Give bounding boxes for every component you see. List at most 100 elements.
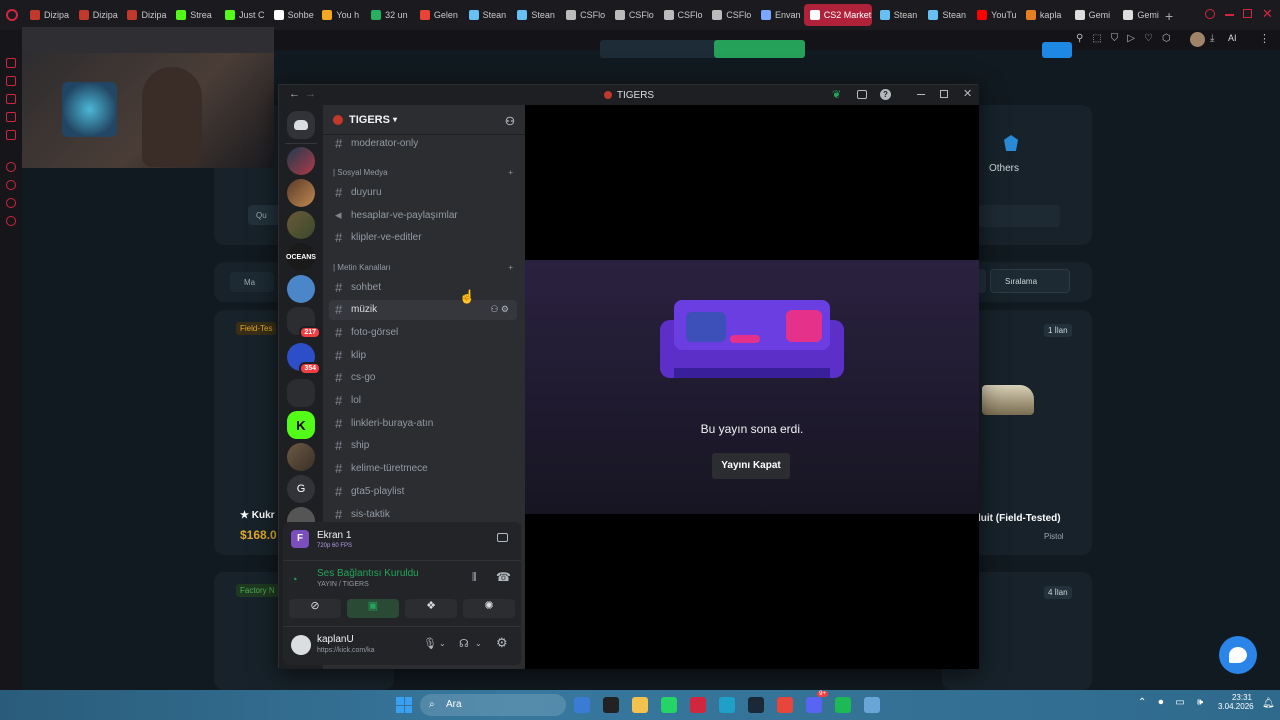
noise-suppression-icon[interactable]: ⫼ <box>472 572 477 583</box>
minimize-icon[interactable] <box>917 94 925 95</box>
gear-icon[interactable]: ⚙ <box>496 635 508 651</box>
browser-tab[interactable]: Gelen <box>414 4 461 26</box>
discord-icon[interactable]: 9+ <box>806 691 828 713</box>
browser-tab[interactable]: Sohbe <box>268 4 315 26</box>
profile-avatar[interactable] <box>1190 32 1205 47</box>
chevron-down-icon[interactable]: ⌄ <box>475 639 482 648</box>
server-icon-3[interactable] <box>287 211 315 239</box>
chrome-icon[interactable] <box>777 697 793 713</box>
server-icon-kick[interactable]: K <box>287 411 315 439</box>
channel-item[interactable]: # kelime-türetmece <box>329 459 517 479</box>
user-avatar[interactable] <box>291 635 311 655</box>
chevron-down-icon[interactable]: ⌄ <box>439 639 446 648</box>
channel-moderator-only[interactable]: # moderator-only <box>329 133 517 153</box>
channel-item[interactable]: # lol <box>329 391 517 411</box>
browser-tab[interactable]: CS2 Market <box>803 4 872 26</box>
menu-icon[interactable]: ⋮ <box>1259 32 1270 45</box>
channel-item[interactable]: # müzik ⚇ ⚙ <box>329 299 517 320</box>
voice-channel[interactable]: YAYIN / TIGERS <box>317 581 369 588</box>
pin-icon[interactable]: ⚲ <box>1076 33 1083 44</box>
browser-tab[interactable]: 32 un <box>365 4 412 26</box>
channel-item[interactable]: # sohbet <box>329 277 517 297</box>
server-icon-10[interactable] <box>287 443 315 471</box>
username[interactable]: kaplanU <box>317 634 354 645</box>
epic-games-icon[interactable] <box>603 697 619 713</box>
channel-item[interactable]: # klip <box>329 345 517 365</box>
tray-mic-icon[interactable]: ⏺ <box>1158 697 1163 708</box>
browser-tab[interactable]: Gemi <box>1117 4 1164 26</box>
notification-bell-icon[interactable]: 🔔︎ <box>1262 698 1275 709</box>
channel-hesaplar[interactable]: ◂ hesaplar-ve-paylaşımlar <box>329 205 517 225</box>
camera-off-button[interactable]: ⊘ <box>289 599 341 618</box>
player-icon[interactable] <box>6 162 16 172</box>
server-icon-7[interactable]: 354 <box>287 343 321 375</box>
category-social[interactable]: | Sosyal Medya + <box>333 168 513 177</box>
shield-icon[interactable]: ⛉ <box>1111 33 1119 44</box>
filter-chip[interactable]: Ma <box>230 272 274 292</box>
app-icon[interactable] <box>864 697 880 713</box>
download-icon[interactable]: ⤓ <box>1210 33 1214 44</box>
headphones-icon[interactable]: ☊ <box>459 637 469 650</box>
discord-home-icon[interactable] <box>287 111 315 139</box>
leaf-icon[interactable]: ❦ <box>832 88 841 101</box>
messenger-icon[interactable] <box>6 198 16 208</box>
browser-tab[interactable]: CSFlo <box>560 4 607 26</box>
close-icon[interactable]: ✕ <box>1262 6 1273 22</box>
settings-icon[interactable] <box>6 216 16 226</box>
soundboard-button[interactable]: ✺ <box>463 599 515 618</box>
share-screen-button[interactable]: ▣ <box>347 599 399 618</box>
browser-tab[interactable]: YouTu <box>971 4 1018 26</box>
disconnect-icon[interactable]: ☎ <box>496 570 511 584</box>
channel-item[interactable]: # foto-görsel <box>329 322 517 342</box>
snapshot-icon[interactable]: ⬚ <box>1092 33 1101 44</box>
browser-tab[interactable]: kapla <box>1020 4 1067 26</box>
heart-icon[interactable]: ♡ <box>1144 33 1153 44</box>
close-stream-button[interactable]: Yayını Kapat <box>712 453 790 479</box>
server-folder-1[interactable]: 217 <box>287 307 321 339</box>
steam-icon[interactable] <box>748 697 764 713</box>
server-icon-oceans[interactable]: OCEANS <box>286 243 316 271</box>
sidebar-icon-3[interactable] <box>6 94 16 104</box>
browser-tab[interactable]: Just C <box>219 4 266 26</box>
microphone-icon[interactable]: 🎙︎ <box>423 637 437 650</box>
channel-item[interactable]: # gta5-playlist <box>329 481 517 501</box>
file-explorer-icon[interactable] <box>574 697 590 713</box>
new-tab-icon[interactable]: + <box>1165 8 1173 24</box>
browser-tab[interactable]: Dizipa <box>24 4 71 26</box>
start-icon[interactable] <box>396 697 412 713</box>
clock[interactable]: 23:31 3.04.2026 <box>1218 693 1254 711</box>
voice-status[interactable]: Ses Bağlantısı Kuruldu <box>317 568 419 579</box>
whatsapp-icon[interactable] <box>661 697 677 713</box>
browser-tab[interactable]: Stean <box>511 4 558 26</box>
opera-logo-icon[interactable] <box>0 9 24 21</box>
browser-tab[interactable]: CSFlo <box>706 4 753 26</box>
support-chat-button[interactable] <box>1219 636 1257 674</box>
page-blue-button[interactable] <box>1042 42 1072 58</box>
page-button-1[interactable] <box>600 40 718 58</box>
browser-tab[interactable]: Stean <box>874 4 921 26</box>
stop-stream-icon[interactable] <box>497 533 508 542</box>
sidebar-icon-4[interactable] <box>6 112 16 122</box>
browser-tab[interactable]: Dizipa <box>121 4 168 26</box>
sidebar-icon-2[interactable] <box>6 76 16 86</box>
activities-button[interactable]: ❖ <box>405 599 457 618</box>
spotify-icon[interactable] <box>835 697 851 713</box>
channel-item[interactable]: # sis-taktik <box>329 504 517 524</box>
close-icon[interactable]: ✕ <box>963 87 972 100</box>
channel-item[interactable]: # linkleri-buraya-atın <box>329 413 517 433</box>
server-header[interactable]: TIGERS ▾ ⚇ <box>323 105 525 135</box>
forward-arrow-icon[interactable]: → <box>305 88 316 100</box>
minimize-icon[interactable] <box>1225 14 1234 16</box>
inbox-icon[interactable] <box>857 90 867 99</box>
extensions-icon[interactable]: ⬡ <box>1162 33 1171 44</box>
channel-klipler[interactable]: # klipler-ve-editler <box>329 227 517 247</box>
browser-tab[interactable]: Stean <box>922 4 969 26</box>
sidebar-icon-1[interactable] <box>6 58 16 68</box>
add-channel-icon[interactable]: + <box>508 263 513 272</box>
tray-chevron-icon[interactable]: ⌃ <box>1138 697 1146 708</box>
server-icon-g[interactable]: G <box>287 475 315 503</box>
ai-button[interactable]: AI <box>1228 33 1237 43</box>
history-icon[interactable] <box>6 180 16 190</box>
browser-tab[interactable]: Envan <box>755 4 802 26</box>
server-icon-tigers[interactable] <box>287 179 315 207</box>
